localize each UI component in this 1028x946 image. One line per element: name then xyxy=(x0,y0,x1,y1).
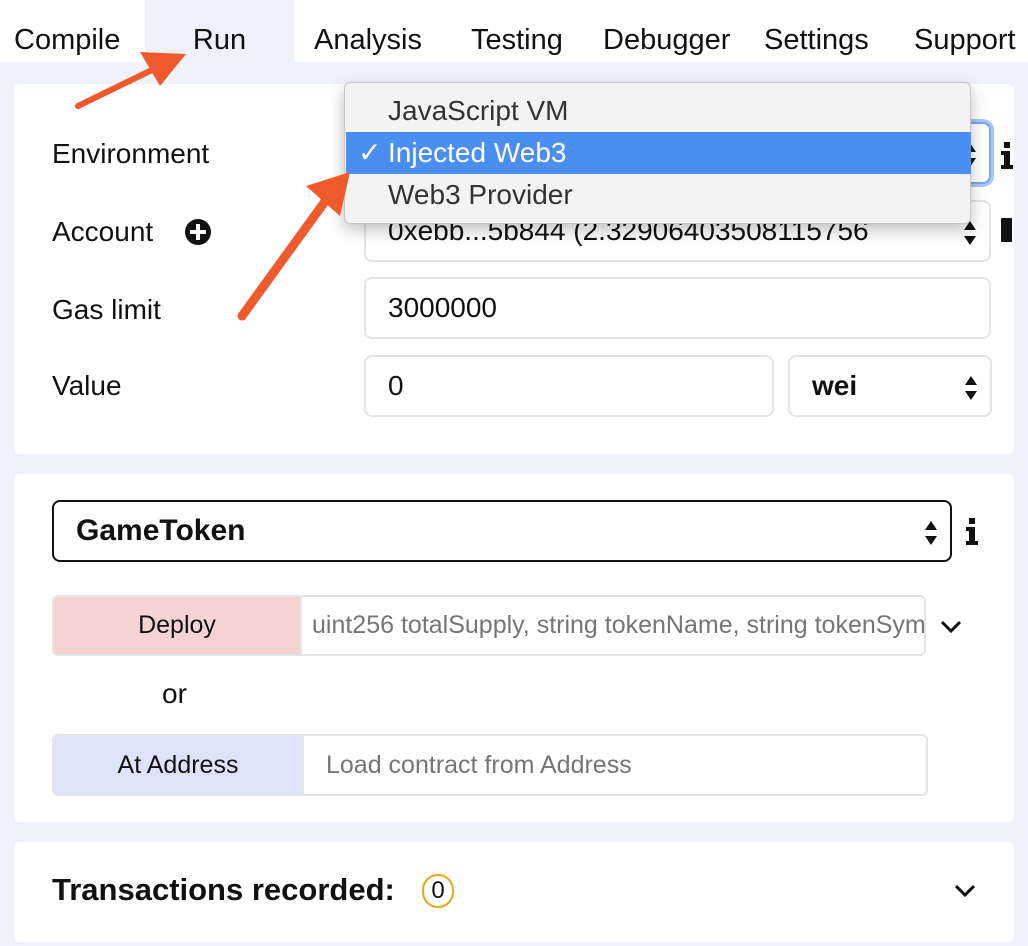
chevron-down-icon[interactable] xyxy=(954,884,976,898)
tab-run[interactable]: Run xyxy=(145,0,294,62)
copy-icon[interactable] xyxy=(1001,216,1014,246)
value-label: Value xyxy=(52,370,122,401)
tab-debugger[interactable]: Debugger xyxy=(603,0,730,62)
contract-panel: GameToken Deploy or At Address xyxy=(14,474,1014,822)
at-address-row: At Address xyxy=(52,734,928,796)
tab-support[interactable]: Support xyxy=(914,0,1016,62)
check-icon: ✓ xyxy=(358,137,382,168)
transactions-title: Transactions recorded: xyxy=(52,872,395,907)
contract-name: GameToken xyxy=(76,514,246,547)
updown-icon xyxy=(965,376,977,400)
environment-dropdown-menu: JavaScript VM ✓ Injected Web3 Web3 Provi… xyxy=(344,82,971,224)
transactions-panel[interactable]: Transactions recorded: 0 xyxy=(14,842,1014,942)
updown-icon xyxy=(925,521,937,545)
deploy-row: Deploy xyxy=(52,595,926,656)
info-icon[interactable] xyxy=(965,516,979,546)
value-unit-select[interactable]: wei xyxy=(788,355,992,417)
environment-option-javascript-vm[interactable]: JavaScript VM xyxy=(346,90,971,132)
account-label: Account xyxy=(52,216,154,247)
info-icon[interactable] xyxy=(1000,140,1014,170)
gas-limit-input[interactable] xyxy=(364,277,991,339)
value-input[interactable] xyxy=(364,355,774,417)
gas-limit-label: Gas limit xyxy=(52,294,161,325)
tab-settings[interactable]: Settings xyxy=(764,0,869,62)
deploy-button[interactable]: Deploy xyxy=(54,597,302,654)
at-address-button[interactable]: At Address xyxy=(54,736,304,794)
environment-option-injected-web3[interactable]: ✓ Injected Web3 xyxy=(346,132,971,174)
chevron-down-icon[interactable] xyxy=(940,620,962,634)
deploy-args-input[interactable] xyxy=(302,597,924,654)
tab-compile[interactable]: Compile xyxy=(14,0,120,62)
contract-select[interactable]: GameToken xyxy=(52,500,952,562)
environment-option-label: Injected Web3 xyxy=(388,137,567,168)
tab-analysis[interactable]: Analysis xyxy=(314,0,422,62)
plus-circle-icon[interactable] xyxy=(184,218,212,246)
tab-bar: Compile Run Analysis Testing Debugger Se… xyxy=(0,0,1028,62)
run-tab-page: Compile Run Analysis Testing Debugger Se… xyxy=(0,0,1028,946)
value-unit: wei xyxy=(812,370,858,401)
environment-label: Environment xyxy=(52,138,210,169)
or-text: or xyxy=(162,678,187,709)
transactions-count-badge: 0 xyxy=(422,874,454,908)
environment-option-web3-provider[interactable]: Web3 Provider xyxy=(346,174,971,216)
at-address-input[interactable] xyxy=(304,736,926,794)
tab-testing[interactable]: Testing xyxy=(471,0,563,62)
